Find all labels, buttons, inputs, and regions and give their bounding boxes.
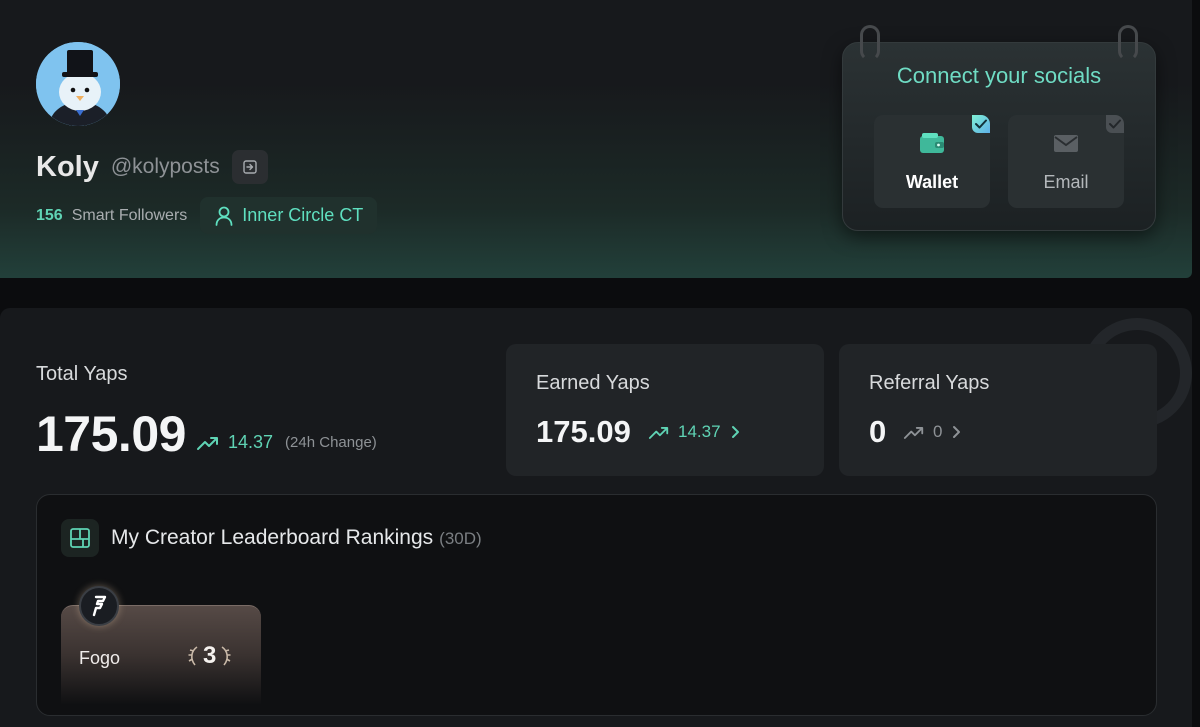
profile-handle[interactable]: @kolyposts [111, 155, 220, 179]
user-icon [215, 206, 233, 226]
fogo-logo-icon [79, 586, 119, 626]
total-change-value: 14.37 [228, 432, 274, 452]
trend-up-icon [648, 426, 669, 439]
followers-row: 156 Smart Followers Inner Circle CT [36, 197, 378, 234]
referral-yaps-label: Referral Yaps [869, 372, 990, 394]
chevron-right-icon[interactable] [950, 425, 962, 439]
inner-circle-badge[interactable]: Inner Circle CT [200, 197, 378, 234]
total-yaps-value: 175.09 [36, 406, 186, 462]
email-label: Email [1043, 172, 1089, 192]
logout-button[interactable] [231, 150, 268, 184]
earned-yaps-change: 14.37 [648, 422, 741, 442]
mail-icon [1054, 135, 1078, 152]
connect-socials-card: Connect your socials Wallet Email [842, 25, 1156, 231]
wallet-icon [920, 133, 944, 153]
profile-name: Koly [36, 150, 99, 183]
rankings-panel: My Creator Leaderboard Rankings (30D) Fog… [36, 494, 1157, 716]
email-tile[interactable]: Email [1008, 115, 1124, 208]
laurel-left-icon [188, 646, 198, 666]
inner-circle-label: Inner Circle CT [242, 205, 364, 225]
layout-grid-icon [61, 519, 99, 557]
trend-up-icon [903, 426, 924, 439]
wallet-label: Wallet [905, 172, 959, 192]
total-yaps-change: 14.37 (24h Change) [196, 432, 377, 453]
avatar[interactable] [36, 42, 120, 126]
trend-up-icon [197, 436, 218, 450]
smart-followers-count: 156 [36, 206, 63, 224]
referral-yaps-value: 0 [869, 414, 887, 449]
rankings-period: (30D) [439, 529, 482, 548]
total-yaps-label: Total Yaps [36, 363, 128, 385]
referral-yaps-change: 0 [903, 422, 962, 442]
referral-change-value: 0 [933, 422, 943, 441]
earned-yaps-label: Earned Yaps [536, 372, 650, 394]
earned-yaps-value: 175.09 [536, 414, 631, 449]
project-rank-number: 3 [203, 642, 217, 669]
laurel-right-icon [221, 646, 231, 666]
referral-yaps-box[interactable]: Referral Yaps 0 0 [839, 344, 1157, 476]
check-icon [972, 115, 990, 133]
check-icon [1106, 115, 1124, 133]
earned-change-value: 14.37 [678, 422, 721, 441]
chevron-right-icon[interactable] [729, 425, 741, 439]
project-ranking-card[interactable]: Fogo 3 [61, 586, 261, 705]
connect-socials-title: Connect your socials [896, 63, 1102, 88]
total-change-note: (24h Change) [285, 434, 377, 451]
name-row: Koly @kolyposts [36, 150, 268, 184]
project-name: Fogo [79, 648, 121, 668]
earned-yaps-box[interactable]: Earned Yaps 175.09 14.37 [506, 344, 824, 476]
wallet-tile[interactable]: Wallet [874, 115, 990, 208]
smart-followers-label: Smart Followers [71, 206, 188, 224]
rankings-title-text: My Creator Leaderboard Rankings [111, 526, 434, 549]
binder-ring-icon [1118, 25, 1138, 61]
rankings-title: My Creator Leaderboard Rankings (30D) [111, 526, 482, 550]
logout-icon [243, 160, 257, 174]
binder-ring-icon [860, 25, 880, 61]
project-rank: 3 [187, 642, 232, 670]
